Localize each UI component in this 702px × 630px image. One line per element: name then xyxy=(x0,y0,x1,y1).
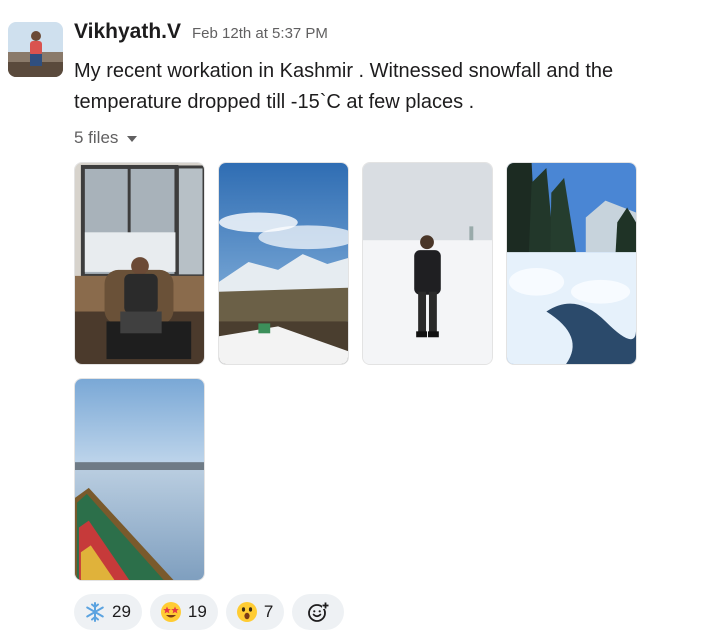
message-timestamp[interactable]: Feb 12th at 5:37 PM xyxy=(192,25,328,42)
files-toggle[interactable]: 5 files xyxy=(74,128,138,148)
add-reaction-button[interactable] xyxy=(292,594,345,630)
snowflake-icon xyxy=(84,601,106,623)
reaction-star-struck[interactable]: 19 xyxy=(149,594,218,630)
sender-name[interactable]: Vikhyath.V xyxy=(74,20,181,44)
avatar[interactable] xyxy=(8,22,63,77)
reactions-bar: 29 19 7 xyxy=(74,594,345,630)
star-struck-icon xyxy=(160,601,182,623)
image-thumbnail-lake-boat[interactable] xyxy=(74,378,205,581)
reaction-snowflake[interactable]: 29 xyxy=(74,594,142,630)
reaction-astonished[interactable]: 7 xyxy=(225,594,285,630)
astonished-face-icon xyxy=(236,601,258,623)
reaction-count: 7 xyxy=(263,602,274,621)
caret-down-icon xyxy=(127,136,138,142)
image-thumbnail-mountains[interactable] xyxy=(218,162,349,365)
image-thumbnail-snow-portrait[interactable] xyxy=(362,162,493,365)
image-thumbnail-workstation[interactable] xyxy=(74,162,205,365)
reaction-count: 19 xyxy=(187,602,207,621)
avatar-photo xyxy=(8,22,63,77)
files-count-label: 5 files xyxy=(74,128,119,147)
add-emoji-icon xyxy=(307,601,330,623)
reaction-count: 29 xyxy=(112,602,131,621)
message-text: My recent workation in Kashmir . Witness… xyxy=(74,60,614,113)
message-header: Vikhyath.V Feb 12th at 5:37 PM xyxy=(74,20,328,50)
image-thumbnail-snowy-stream[interactable] xyxy=(506,162,637,365)
